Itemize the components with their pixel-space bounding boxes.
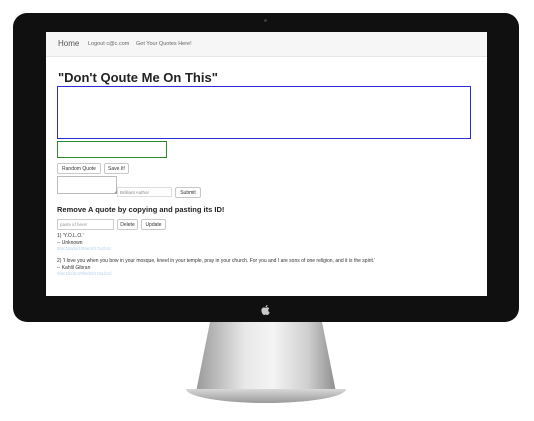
quote-small-textarea[interactable] — [57, 176, 117, 194]
apple-logo-icon — [260, 304, 272, 316]
remove-heading: Remove A quote by copying and pasting it… — [57, 205, 225, 214]
delete-button[interactable]: Delete — [117, 219, 138, 230]
random-quote-button[interactable]: Random Quote — [57, 163, 101, 174]
monitor-stand-base — [186, 389, 346, 403]
nav-get-quotes-link[interactable]: Get Your Quotes Here! — [136, 41, 192, 47]
navbar: Home Logout c@c.com Get Your Quotes Here… — [46, 32, 487, 57]
monitor-stand — [196, 322, 336, 392]
quote-id: 5f4c15a3e1f09e0017a1b2c — [57, 246, 112, 251]
page-title: "Don't Qoute Me On This" — [58, 70, 218, 85]
quote-list: 1) 'Y.O.L.O.' -- Unknown 5f4c15a3e1f09e0… — [57, 233, 477, 283]
author-small-input[interactable]: Brilliant Author — [117, 187, 172, 197]
author-input[interactable] — [57, 141, 167, 158]
screen: Home Logout c@c.com Get Your Quotes Here… — [46, 32, 487, 296]
save-button[interactable]: Save It! — [104, 163, 129, 174]
camera-icon — [264, 19, 267, 22]
list-item: 1) 'Y.O.L.O.' -- Unknown 5f4c15a3e1f09e0… — [57, 233, 477, 252]
quote-textarea[interactable] — [57, 86, 471, 139]
list-item: 2) 'I love you when you bow in your mosq… — [57, 258, 477, 277]
update-button[interactable]: Update — [141, 219, 166, 230]
nav-home-link[interactable]: Home — [58, 39, 79, 48]
nav-logout-link[interactable]: Logout c@c.com — [88, 41, 129, 47]
quote-id: 5f4c15c0e1f09e0017a1b2d — [57, 271, 112, 276]
id-input[interactable]: paste id here! — [57, 219, 114, 230]
submit-button[interactable]: Submit — [175, 187, 201, 198]
